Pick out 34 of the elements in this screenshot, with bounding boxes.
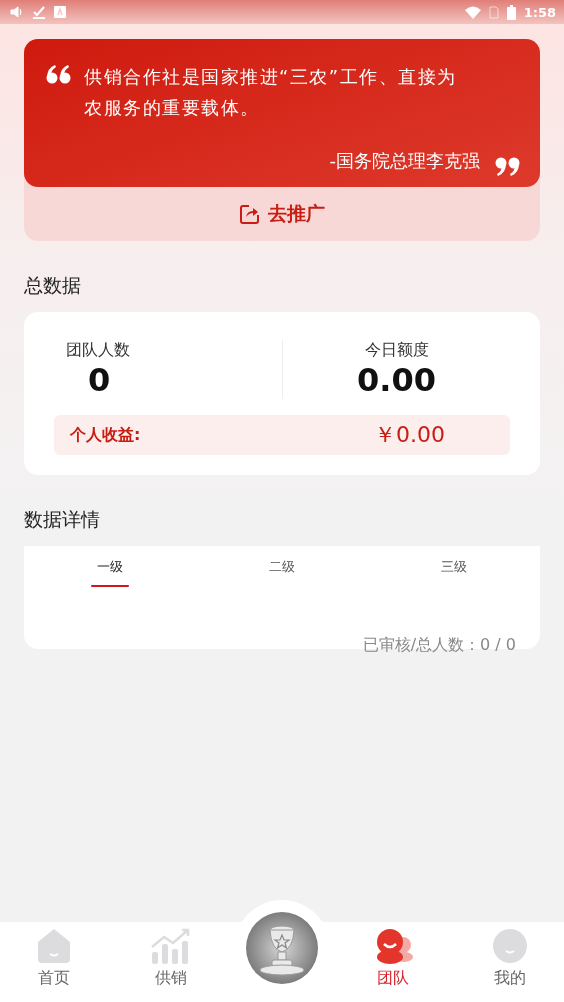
- quote-mark-icon: [494, 156, 520, 178]
- income-label: 个人收益:: [70, 424, 141, 446]
- download-done-icon: [32, 5, 46, 19]
- avatar-icon: [492, 928, 528, 964]
- stat-label: 今日额度: [364, 340, 429, 361]
- stat-value: 0.00: [357, 361, 436, 399]
- quote-mark-icon: [46, 63, 72, 85]
- nav-item[interactable]: 供销: [117, 900, 225, 1002]
- level-tab[interactable]: 二级: [196, 546, 368, 588]
- chart-icon: [151, 928, 191, 964]
- review-count: 已审核/总人数：0 / 0: [362, 635, 516, 656]
- quote-text: 供销合作社是国家推进“三农”工作、直接为农服务的重要载体。: [84, 65, 458, 120]
- tab-underline: [91, 585, 129, 587]
- stat-value: 0: [88, 361, 111, 399]
- wifi-icon: [464, 5, 481, 19]
- level-tab[interactable]: 一级: [24, 546, 196, 588]
- share-icon: [239, 204, 260, 224]
- nav-item[interactable]: 我的: [456, 900, 564, 1002]
- volume-icon: [10, 5, 24, 19]
- level-tab[interactable]: 三级: [368, 546, 540, 588]
- promote-button[interactable]: 去推广: [24, 187, 540, 241]
- section-title: 总数据: [24, 273, 82, 298]
- quote-author: -国务院总理李克强: [328, 149, 480, 173]
- clock-time: 1:58: [523, 4, 556, 20]
- stat-label: 团队人数: [66, 340, 130, 361]
- no-sim-icon: [488, 5, 499, 19]
- trophy-icon: [245, 911, 319, 985]
- app-notification-icon: [54, 6, 66, 18]
- nav-item[interactable]: 首页: [0, 900, 108, 1002]
- home-icon: [35, 928, 73, 964]
- nav-item[interactable]: 团队: [339, 900, 447, 1002]
- income-value: ￥0.00: [374, 421, 445, 449]
- section-title: 数据详情: [24, 507, 101, 532]
- battery-icon: [506, 4, 516, 20]
